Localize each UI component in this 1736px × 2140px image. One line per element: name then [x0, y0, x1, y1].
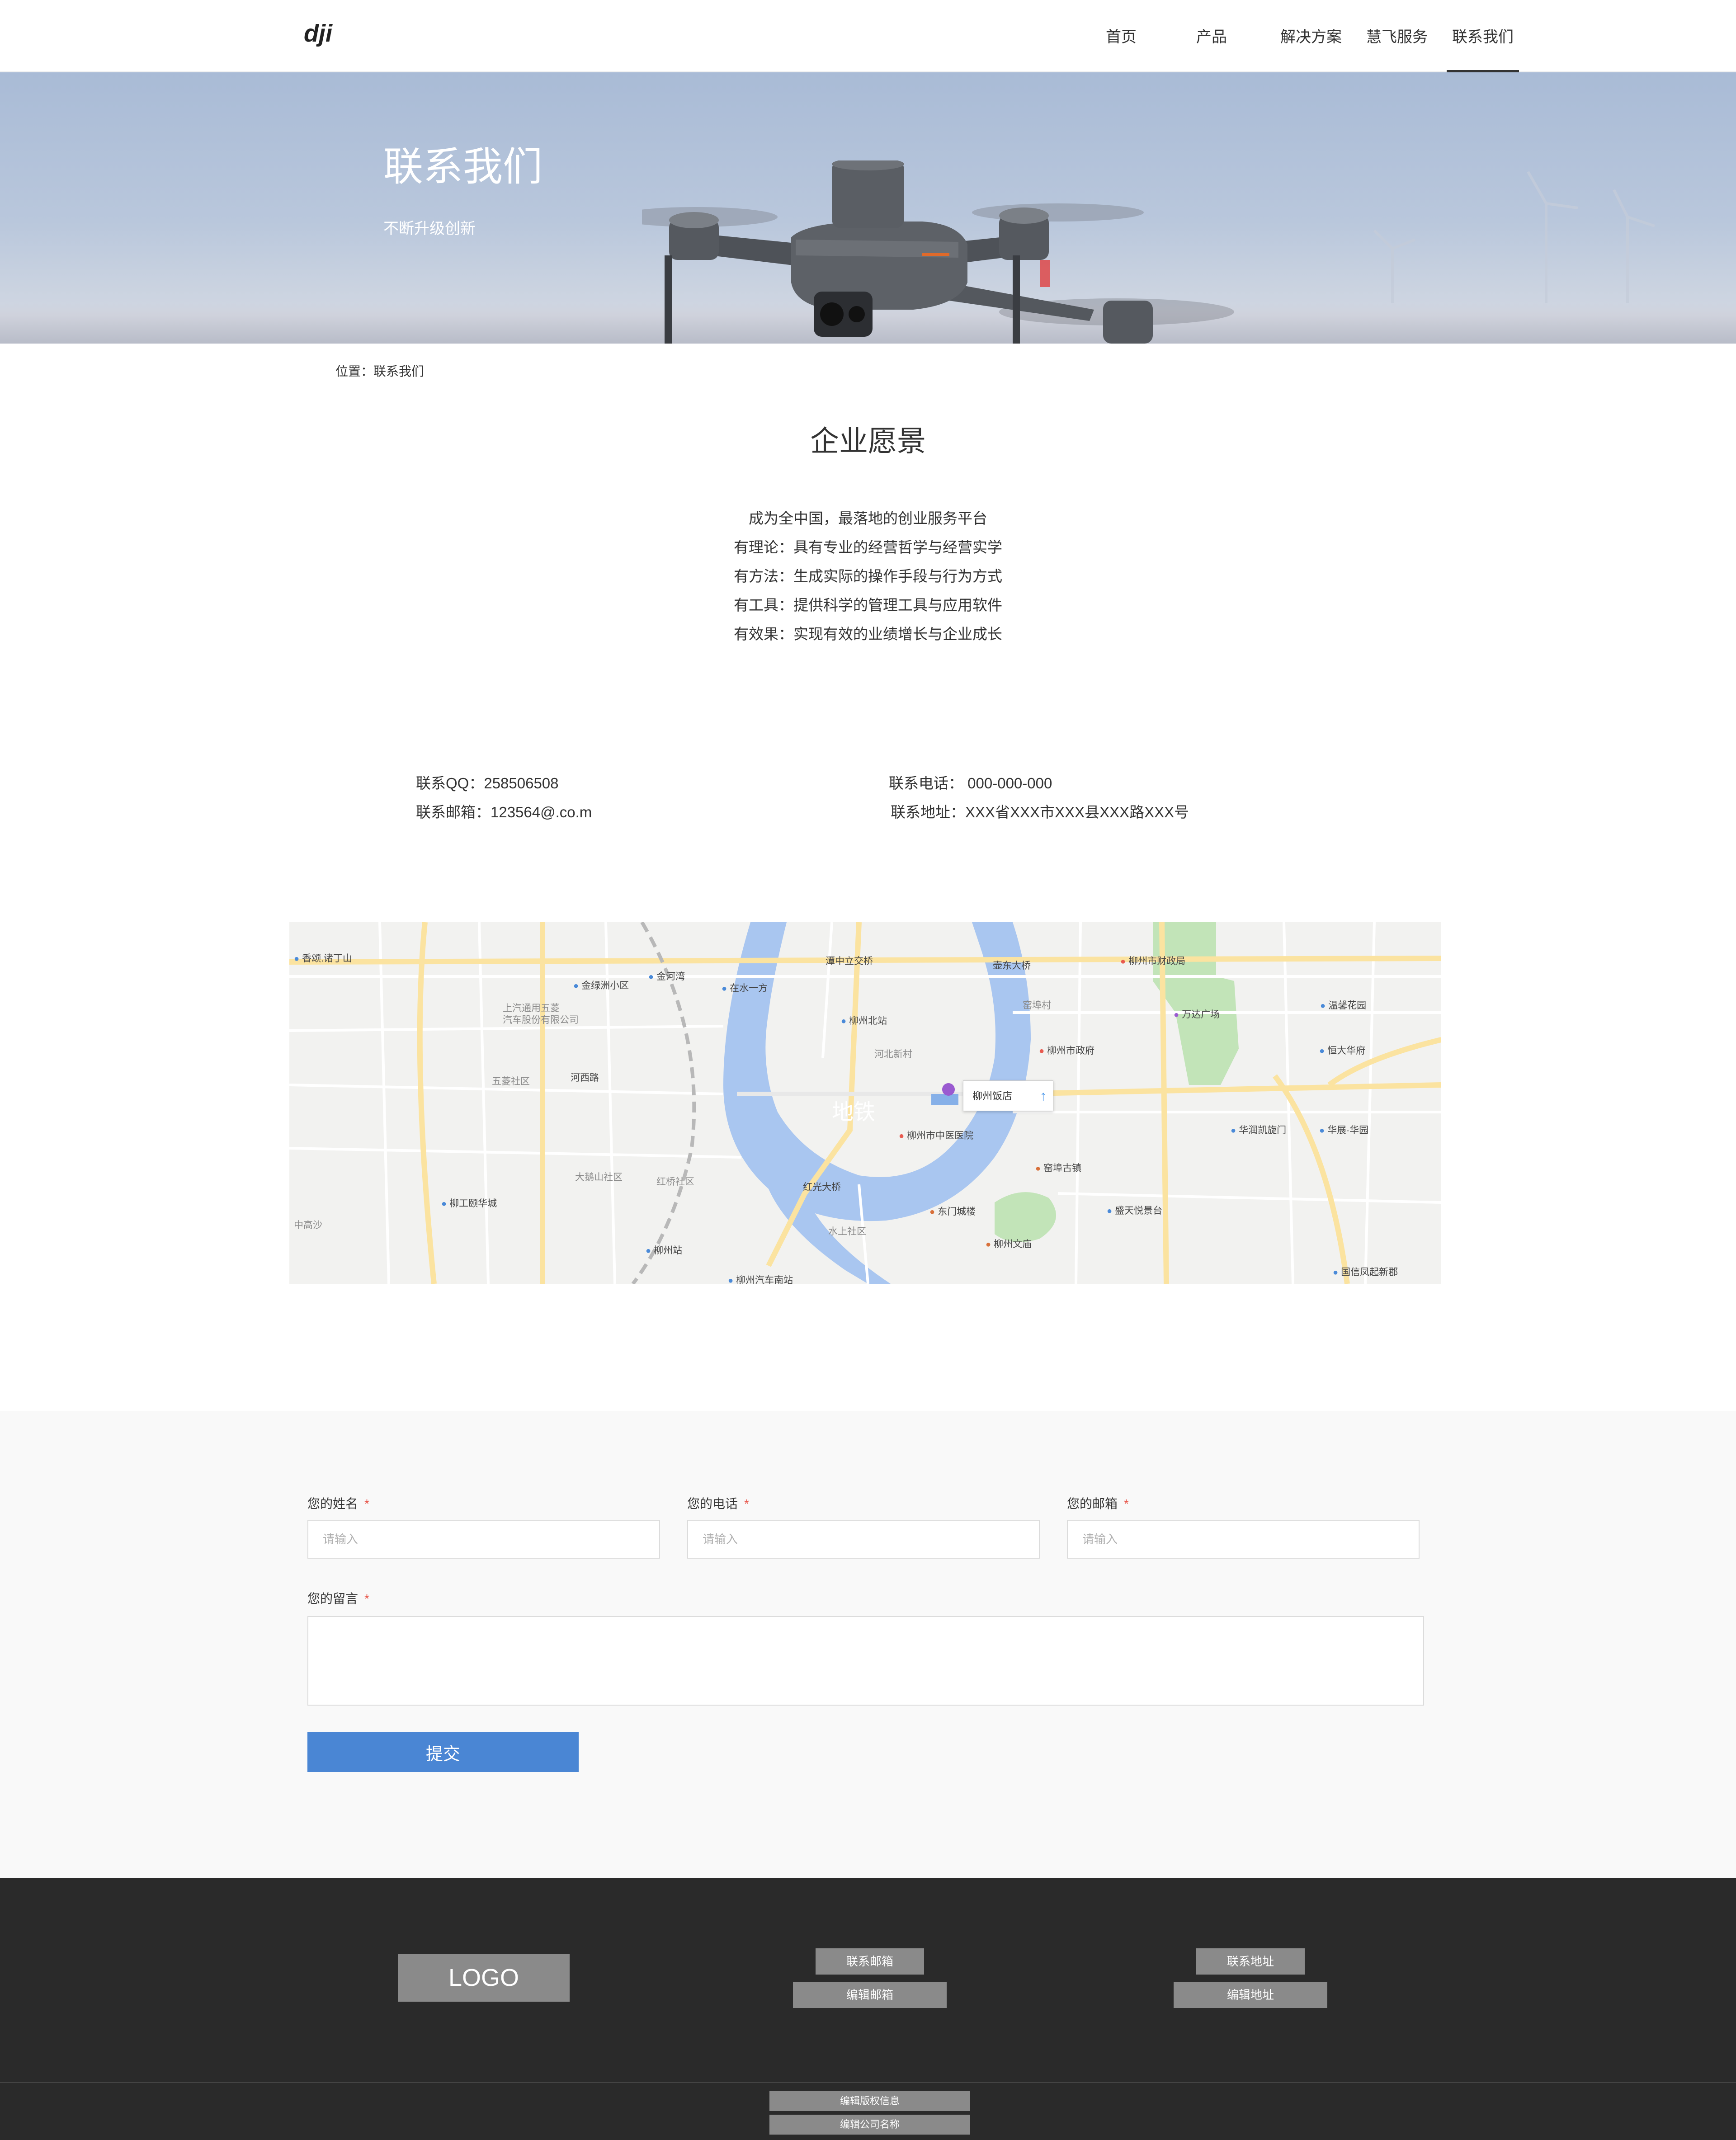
- required-mark: *: [744, 1497, 749, 1511]
- nav-item-home[interactable]: 首页: [1094, 0, 1148, 72]
- hero-banner: 联系我们 不断升级创新: [0, 72, 1736, 344]
- phone-label: 您的电话 *: [687, 1497, 749, 1511]
- map-label: 金河湾: [648, 969, 685, 983]
- wind-turbines-image: [1373, 171, 1655, 303]
- contact-phone: 联系电话： 000-000-000: [889, 775, 1052, 792]
- map-popup[interactable]: 柳州饭店 ↑: [963, 1080, 1053, 1111]
- nav-item-contact[interactable]: 联系我们: [1447, 0, 1519, 72]
- vision-line: 有工具：提供科学的管理工具与应用软件: [734, 597, 1002, 613]
- contact-qq: 联系QQ：258506508: [416, 775, 559, 792]
- vision-line: 有理论：具有专业的经营哲学与经营实学: [734, 539, 1002, 556]
- map-label: 大鹅山社区: [575, 1172, 623, 1183]
- message-textarea[interactable]: [307, 1616, 1424, 1706]
- vision-line: 有方法：生成实际的操作手段与行为方式: [734, 568, 1002, 584]
- banner-title: 联系我们: [383, 144, 543, 189]
- map-label: 潭中立交桥: [826, 956, 873, 966]
- vision-line: 有效果：实现有效的业绩增长与企业成长: [734, 626, 1002, 642]
- map-label: 柳州市政府: [1039, 1043, 1094, 1057]
- contact-address: 联系地址：XXX省XXX市XXX县XXX路XXX号: [891, 804, 1189, 820]
- phone-input[interactable]: [687, 1520, 1040, 1559]
- main-nav: 首页 产品 解决方案 慧飞服务 联系我们: [1094, 0, 1519, 72]
- nav-item-solutions[interactable]: 解决方案: [1275, 0, 1347, 72]
- map-label: 红光大桥: [803, 1182, 841, 1193]
- footer-logo[interactable]: LOGO: [398, 1954, 570, 2002]
- map-label: 柳州市财政局: [1120, 954, 1185, 967]
- map-label: 地铁: [832, 1100, 876, 1124]
- required-mark: *: [1124, 1497, 1129, 1511]
- contact-email: 联系邮箱：123564@.co.m: [416, 804, 592, 820]
- map-label: 窑埠古镇: [1035, 1161, 1081, 1174]
- footer-divider: [0, 2082, 1736, 2083]
- name-label: 您的姓名 *: [307, 1497, 369, 1511]
- map-label: 华展·华园: [1319, 1123, 1368, 1136]
- footer-address-title: 联系地址: [1196, 1948, 1305, 1975]
- submit-button[interactable]: 提交: [307, 1732, 579, 1772]
- map-label: 香颂.诸丁山: [294, 951, 352, 965]
- map-label: 温馨花园: [1320, 998, 1366, 1012]
- map-label: 河西路: [571, 1073, 599, 1083]
- map-label: 柳州文庙: [986, 1237, 1032, 1250]
- drone-image: [642, 160, 1234, 344]
- navigate-arrow-icon[interactable]: ↑: [1040, 1081, 1047, 1112]
- map-label: 盛天悦景台: [1107, 1203, 1162, 1217]
- footer-copyright: 编辑版权信息: [769, 2091, 970, 2111]
- map-label: 柳州北站: [841, 1013, 887, 1027]
- footer-company: 编辑公司名称: [769, 2115, 970, 2135]
- email-label: 您的邮箱 *: [1067, 1497, 1129, 1511]
- vision-title: 企业愿景: [810, 425, 926, 457]
- email-input[interactable]: [1067, 1520, 1420, 1559]
- map-label: 金绿洲小区: [573, 978, 629, 992]
- map-label: 东门城楼: [929, 1204, 976, 1218]
- map-label: 中高沙: [294, 1220, 322, 1230]
- name-input[interactable]: [307, 1520, 660, 1559]
- nav-item-products[interactable]: 产品: [1184, 0, 1239, 72]
- required-mark: *: [364, 1497, 369, 1511]
- nav-item-services[interactable]: 慧飞服务: [1361, 0, 1433, 72]
- map-label: 壶东大桥: [993, 961, 1031, 971]
- footer-email-title: 联系邮箱: [816, 1948, 924, 1975]
- site-header: dji 首页 产品 解决方案 慧飞服务 联系我们: [0, 0, 1736, 72]
- vision-line: 成为全中国，最落地的创业服务平台: [749, 510, 987, 527]
- svg-text:dji: dji: [304, 20, 333, 47]
- footer-address-value[interactable]: 编辑地址: [1174, 1982, 1327, 2008]
- map-label: 汽车股份有限公司: [503, 1015, 579, 1025]
- map-label: 万达广场: [1174, 1007, 1220, 1021]
- message-label: 您的留言 *: [307, 1592, 369, 1606]
- map-label: 红桥社区: [656, 1177, 694, 1187]
- map-label: 五菱社区: [492, 1076, 530, 1087]
- footer-email-value[interactable]: 编辑邮箱: [793, 1982, 947, 2008]
- vision-text: 成为全中国，最落地的创业服务平台 有理论：具有专业的经营哲学与经营实学 有方法：…: [0, 504, 1736, 649]
- map-popup-label: 柳州饭店: [972, 1090, 1013, 1102]
- map-label: 水上社区: [828, 1226, 866, 1237]
- map-label: 在水一方: [722, 981, 768, 995]
- breadcrumb: 位置：联系我们: [335, 364, 425, 378]
- banner-subtitle: 不断升级创新: [383, 220, 476, 237]
- map-label: 柳工颐华城: [441, 1196, 497, 1210]
- map-label: 国信凤起新郡: [1333, 1265, 1398, 1278]
- map-label: 柳州汽车南站: [728, 1273, 793, 1287]
- map-label: 恒大华府: [1319, 1043, 1365, 1057]
- map-label: 柳州市中医医院: [899, 1128, 973, 1142]
- map-label: 华润凯旋门: [1231, 1123, 1286, 1136]
- dji-logo[interactable]: dji: [304, 18, 344, 50]
- required-mark: *: [364, 1592, 369, 1606]
- map-label: 柳州站: [646, 1243, 682, 1257]
- map-label: 河北新村: [874, 1049, 912, 1060]
- map-label: 窑埠村: [1023, 1000, 1051, 1011]
